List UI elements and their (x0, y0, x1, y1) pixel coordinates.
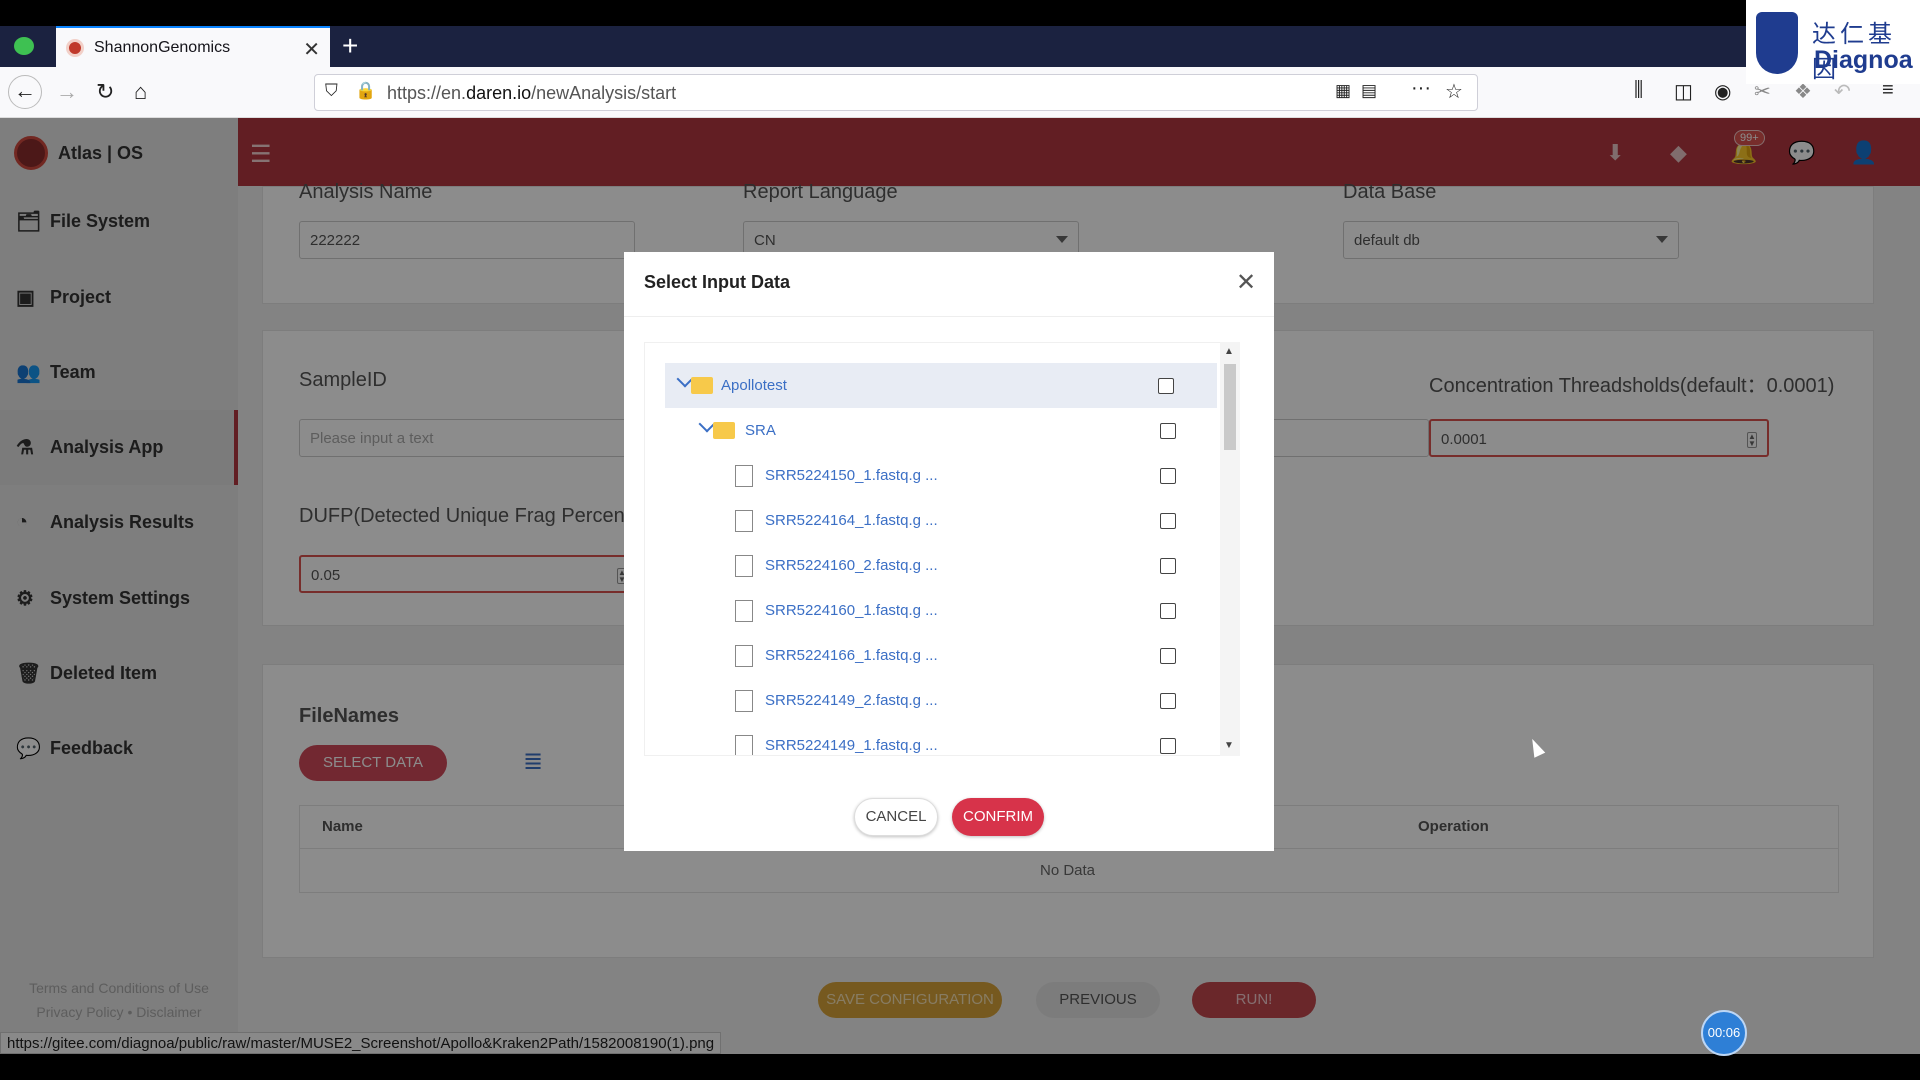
account-icon[interactable]: ◉ (1714, 79, 1731, 104)
file-icon (735, 510, 753, 532)
cancel-button[interactable]: CANCEL (854, 798, 938, 836)
file-icon (735, 465, 753, 487)
back-icon[interactable]: ← (8, 75, 42, 109)
modal-title: Select Input Data (644, 272, 791, 292)
timer-badge: 00:06 (1701, 1010, 1747, 1056)
home-icon[interactable]: ⌂ (134, 79, 147, 105)
tree-scrollbar[interactable]: ▲ ▼ (1220, 342, 1240, 756)
tree-row-file[interactable]: SRR5224149_2.fastq.g ... (665, 678, 1217, 723)
file-icon (735, 735, 753, 755)
file-icon (735, 600, 753, 622)
tree-row-apollotest[interactable]: Apollotest (665, 363, 1217, 408)
new-tab-icon[interactable]: + (342, 30, 358, 62)
tree-checkbox[interactable] (1160, 423, 1176, 439)
browser-tab[interactable]: ShannonGenomics ✕ (56, 26, 330, 67)
brand-shield-icon (1756, 12, 1798, 74)
tree-checkbox[interactable] (1160, 693, 1176, 709)
scrollbar-thumb[interactable] (1224, 364, 1236, 450)
url-text: https://en.daren.io/newAnalysis/start (387, 83, 677, 103)
tree-checkbox[interactable] (1160, 648, 1176, 664)
close-tab-icon[interactable]: ✕ (303, 37, 320, 62)
tree-checkbox[interactable] (1160, 738, 1176, 754)
tree-label[interactable]: SRR5224160_1.fastq.g ... (765, 602, 938, 619)
tree-label[interactable]: SRR5224164_1.fastq.g ... (765, 512, 938, 529)
file-icon (735, 555, 753, 577)
select-input-data-modal: Select Input Data ✕ Apollotest SRA SRR52… (624, 252, 1274, 851)
file-tree: Apollotest SRA SRR5224150_1.fastq.g ... … (644, 342, 1240, 756)
folder-icon (691, 377, 713, 394)
tree-row-file[interactable]: SRR5224149_1.fastq.g ... (665, 723, 1217, 755)
tree-label[interactable]: SRA (745, 422, 776, 439)
folder-icon (713, 422, 735, 439)
modal-divider (624, 316, 1274, 317)
tree-label[interactable]: SRR5224149_1.fastq.g ... (765, 737, 938, 754)
qr-icon[interactable]: ▦ (1335, 81, 1351, 101)
reader-icon[interactable]: ▤ (1361, 81, 1377, 101)
tab-title: ShannonGenomics (94, 38, 231, 56)
tree-row-file[interactable]: SRR5224160_2.fastq.g ... (665, 543, 1217, 588)
wechat-icon[interactable] (14, 37, 34, 55)
tree-label[interactable]: SRR5224149_2.fastq.g ... (765, 692, 938, 709)
close-icon[interactable]: ✕ (1236, 268, 1256, 297)
shield-icon: ⛉ (325, 81, 338, 100)
tree-checkbox[interactable] (1160, 513, 1176, 529)
library-icon[interactable]: ⫼ (1634, 79, 1643, 102)
favicon-icon (66, 38, 84, 57)
browser-nav-bar: ← → ↻ ⌂ ⛉ 🔒 https://en.daren.io/newAnaly… (0, 67, 1920, 118)
bookmark-star-icon[interactable]: ☆ (1445, 79, 1463, 104)
confirm-button[interactable]: CONFRIM (952, 798, 1044, 836)
sidebar-toggle-icon[interactable]: ◫ (1674, 79, 1693, 104)
tree-checkbox[interactable] (1160, 468, 1176, 484)
tree-checkbox[interactable] (1160, 558, 1176, 574)
tree-label[interactable]: SRR5224166_1.fastq.g ... (765, 647, 938, 664)
lock-icon: 🔒 (355, 81, 377, 100)
tree-checkbox[interactable] (1160, 603, 1176, 619)
tree-row-file[interactable]: SRR5224164_1.fastq.g ... (665, 498, 1217, 543)
scroll-up-icon[interactable]: ▲ (1224, 346, 1234, 357)
file-icon (735, 690, 753, 712)
more-icon[interactable]: ··· (1411, 77, 1431, 100)
tree-label[interactable]: SRR5224150_1.fastq.g ... (765, 467, 938, 484)
tree-row-file[interactable]: SRR5224160_1.fastq.g ... (665, 588, 1217, 633)
tree-label[interactable]: Apollotest (721, 377, 787, 394)
scroll-down-icon[interactable]: ▼ (1224, 740, 1234, 751)
browser-tab-bar: ShannonGenomics ✕ + (0, 26, 1746, 67)
tree-label[interactable]: SRR5224160_2.fastq.g ... (765, 557, 938, 574)
tree-row-sra[interactable]: SRA (665, 408, 1217, 453)
forward-icon[interactable]: → (56, 79, 78, 105)
brand-logo: 达仁基因 Diagnoa (1746, 0, 1920, 84)
tree-row-file[interactable]: SRR5224150_1.fastq.g ... (665, 453, 1217, 498)
tree-checkbox[interactable] (1158, 378, 1174, 394)
address-bar[interactable]: ⛉ 🔒 https://en.daren.io/newAnalysis/star… (314, 74, 1478, 111)
brand-en: Diagnoa (1814, 46, 1913, 74)
screen: ShannonGenomics ✕ + ← → ↻ ⌂ ⛉ 🔒 https://… (0, 0, 1920, 1080)
file-icon (735, 645, 753, 667)
reload-icon[interactable]: ↻ (96, 79, 114, 105)
tree-row-file[interactable]: SRR5224166_1.fastq.g ... (665, 633, 1217, 678)
